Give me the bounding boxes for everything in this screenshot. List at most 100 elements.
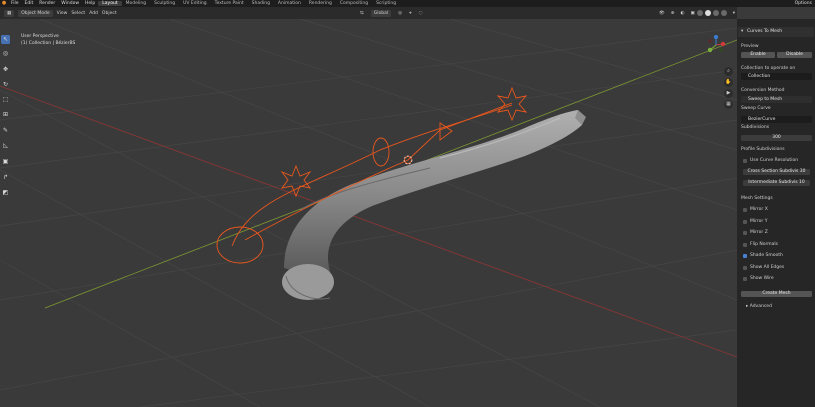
tab-rendering[interactable]: Rendering [305,1,336,6]
enable-button[interactable]: Enable [741,52,775,58]
navigation-gizmo[interactable] [706,35,726,55]
cursor-tool-icon[interactable]: ◎ [1,49,10,58]
menu-window[interactable]: Window [58,1,82,6]
viewport-info: User Perspective (1) Collection | Bézier… [21,33,75,47]
collapse-chevron-icon[interactable]: ▾ [741,29,743,34]
wireframe-shading-icon[interactable] [696,10,703,16]
menu-edit[interactable]: Edit [22,1,37,6]
tab-sculpting[interactable]: Sculpting [150,1,179,6]
mesh-settings-label: Mesh Settings [741,196,773,201]
snap-icon[interactable]: ⌖ [409,10,412,16]
sweep-curve-field[interactable]: BezierCurve [741,116,812,123]
xray-toggle-icon[interactable]: ▣ [690,11,694,16]
tab-layout[interactable]: Layout [98,1,122,6]
curve-objects [216,86,528,264]
tab-modeling[interactable]: Modeling [122,1,150,6]
create-mesh-button[interactable]: Create Mesh [741,291,812,297]
tab-scripting[interactable]: Scripting [372,1,400,6]
menu-object[interactable]: Object [102,11,117,16]
collection-info: (1) Collection | BézierBS [21,41,76,46]
pan-hand-icon[interactable]: ✋ [724,78,733,87]
show-all-edges-checkbox[interactable] [743,266,747,270]
mirror-z-checkbox[interactable] [743,231,747,235]
pivot-icon[interactable]: ◎ [398,11,402,16]
transform-tool-icon[interactable]: ⊞ [1,110,10,119]
mirror-y-label: Mirror Y [750,219,768,224]
scale-tool-icon[interactable]: ⬚ [1,95,10,104]
transform-controls: ⇆ Global ◎ ⌖ ◌ [356,9,423,17]
annotate-tool-icon[interactable]: ✎ [1,126,10,135]
menu-help[interactable]: Help [82,1,98,6]
select-box-tool-icon[interactable]: ↖ [1,35,10,44]
panel-title[interactable]: Curves To Mesh [738,27,814,37]
mode-select[interactable]: Object Mode [18,9,53,17]
menu-file[interactable]: File [8,1,22,6]
menu-add[interactable]: Add [89,11,98,16]
visibility-icon[interactable]: 👁 [659,11,665,16]
use-curve-resolution-checkbox[interactable] [743,159,747,163]
tab-uv-editing[interactable]: UV Editing [179,1,210,6]
profile-subdivisions-label: Profile Subdivisions [741,147,785,152]
tab-shading[interactable]: Shading [248,1,274,6]
use-curve-resolution-label: Use Curve Resolution [750,158,799,163]
mirror-y-checkbox[interactable] [743,220,747,224]
sweep-curve-label: Sweep Curve [741,106,771,111]
intermediate-subdivisions-field[interactable]: Intermediate Subdivis 10 [743,180,810,186]
menu-select[interactable]: Select [71,11,85,16]
cross-section-subdivisions-field[interactable]: Cross Section Subdivis 30 [743,169,810,175]
overlay-toggle-icon[interactable]: ◐ [681,11,685,16]
rendered-shading-icon[interactable] [720,10,727,16]
workspace-tabs: Layout Modeling Sculpting UV Editing Texture… [98,0,400,7]
camera-view-icon[interactable]: ▶ [724,89,733,98]
add-cube-tool-icon[interactable]: ▣ [1,157,10,166]
subdivisions-label: Subdivisions [741,125,770,130]
mirror-x-label: Mirror X [750,207,768,212]
intermediate-label: Intermediate Subdivis [748,180,798,185]
shade-smooth-checkbox[interactable] [743,254,747,258]
options-menu[interactable]: Options [795,0,812,7]
editor-type-button[interactable]: ▦ [4,9,15,17]
top-menu: File Edit Render Window Help [8,0,98,7]
viewport-scene [0,19,737,407]
show-wire-checkbox[interactable] [743,277,747,281]
tool-shelf: ↖ ◎ ✥ ↻ ⬚ ⊞ ✎ ◺ ▣ ↱ ◩ [0,30,11,205]
menu-view[interactable]: View [57,11,68,16]
mirror-x-checkbox[interactable] [743,208,747,212]
mirror-z-label: Mirror Z [750,230,768,235]
orientation-select[interactable]: Global [370,9,392,17]
perspective-toggle-icon[interactable]: ▦ [724,100,733,109]
measure-tool-icon[interactable]: ◺ [1,141,10,150]
x-axis-line [0,85,737,358]
curve-draw-tool-icon[interactable]: ↱ [1,173,10,182]
flip-normals-label: Flip Normals [750,242,779,247]
collection-field[interactable]: Collection [741,73,812,80]
advanced-label: Advanced [749,304,772,309]
advanced-subpanel[interactable]: ▸ Advanced [746,304,772,309]
rotate-tool-icon[interactable]: ↻ [1,80,10,89]
proportional-edit-icon[interactable]: ◌ [419,11,423,16]
tab-animation[interactable]: Animation [274,1,305,6]
sweep-mesh [282,110,586,300]
orientation-icon[interactable]: ⇆ [360,11,364,16]
solid-shading-icon[interactable] [704,10,711,16]
zoom-icon[interactable]: ⌕ [724,67,733,76]
move-tool-icon[interactable]: ✥ [1,65,10,74]
show-wire-label: Show Wire [750,276,774,281]
gizmo-toggle-icon[interactable]: ⊕ [671,11,675,16]
tab-texture-paint[interactable]: Texture Paint [211,1,248,6]
flip-normals-checkbox[interactable] [743,243,747,247]
subdivisions-field[interactable]: 300 [741,135,812,141]
top-bar: ● File Edit Render Window Help Layout Modelin… [0,0,815,7]
material-shading-icon[interactable] [712,10,719,16]
conversion-label: Conversion Method [741,88,785,93]
extrude-tool-icon[interactable]: ◩ [1,188,10,197]
tab-compositing[interactable]: Compositing [336,1,372,6]
shading-options-icon[interactable]: ▾ [733,11,735,16]
cross-section-label: Cross Section Subdivis [747,169,799,174]
blender-logo-icon[interactable]: ● [0,0,8,7]
disable-button[interactable]: Disable [777,52,812,58]
3d-viewport[interactable]: User Perspective (1) Collection | Bézier… [0,19,737,407]
conversion-select[interactable]: Sweep to Mesh [741,96,812,103]
viewport-header: ▦ Object Mode View Select Add Object ⇆ G… [0,7,737,19]
menu-render[interactable]: Render [36,1,58,6]
